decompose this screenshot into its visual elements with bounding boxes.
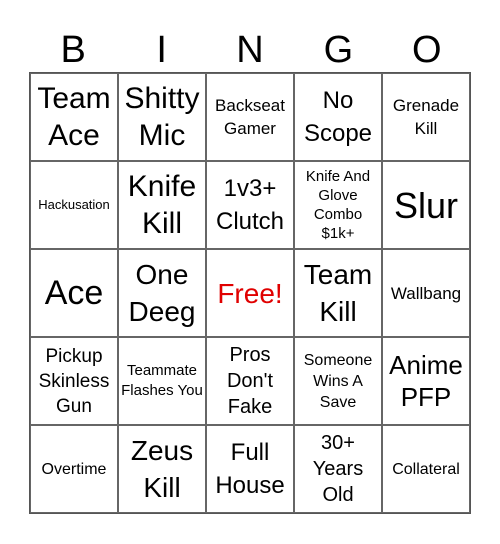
header-letter-n: N (236, 29, 264, 71)
cell-text: Team Ace (37, 82, 111, 152)
bingo-cell[interactable]: Pros Don't Fake (206, 337, 294, 425)
free-space-cell[interactable]: Free! (206, 249, 294, 337)
cell-text: Full House (215, 439, 285, 499)
cell-text: 30+ Years Old (312, 432, 364, 506)
bingo-cell[interactable]: Full House (206, 425, 294, 513)
header-letter-i: I (156, 29, 167, 71)
free-space-text: Free! (217, 277, 283, 309)
cell-text: Zeus Kill (130, 435, 194, 503)
bingo-cell[interactable]: Ace (30, 249, 118, 337)
cell-text: Pickup Skinless Gun (38, 345, 110, 417)
cell-text: One Deeg (128, 259, 196, 327)
cell-text: Pros Don't Fake (226, 344, 274, 418)
bingo-cell[interactable]: Teammate Flashes You (118, 337, 206, 425)
bingo-cell[interactable]: Hackusation (30, 161, 118, 249)
bingo-cell[interactable]: One Deeg (118, 249, 206, 337)
cell-text: Ace (44, 273, 104, 312)
bingo-cell[interactable]: Shitty Mic (118, 73, 206, 161)
bingo-cell[interactable]: Zeus Kill (118, 425, 206, 513)
cell-text: Teammate Flashes You (121, 362, 203, 399)
header-letter-o: O (412, 29, 442, 71)
bingo-cell[interactable]: Collateral (382, 425, 470, 513)
cell-text: Collateral (392, 460, 460, 478)
cell-text: Hackusation (38, 197, 110, 212)
bingo-cell[interactable]: Knife Kill (118, 161, 206, 249)
bingo-header: B I N G O (29, 28, 471, 72)
bingo-cell[interactable]: Team Ace (30, 73, 118, 161)
cell-text: Anime PFP (389, 350, 463, 412)
bingo-cell[interactable]: Team Kill (294, 249, 382, 337)
bingo-cell[interactable]: Wallbang (382, 249, 470, 337)
cell-text: Shitty Mic (124, 82, 200, 152)
bingo-cell[interactable]: Knife And Glove Combo $1k+ (294, 161, 382, 249)
bingo-cell[interactable]: Someone Wins A Save (294, 337, 382, 425)
cell-text: Knife Kill (127, 170, 197, 240)
bingo-cell[interactable]: Slur (382, 161, 470, 249)
cell-text: Knife And Glove Combo $1k+ (305, 168, 371, 242)
bingo-cell[interactable]: 1v3+ Clutch (206, 161, 294, 249)
cell-text: Overtime (41, 460, 107, 478)
bingo-cell[interactable]: Grenade Kill (382, 73, 470, 161)
bingo-cell[interactable]: 30+ Years Old (294, 425, 382, 513)
cell-text: Backseat Gamer (215, 96, 285, 138)
cell-text: Wallbang (390, 283, 462, 303)
bingo-cell[interactable]: Anime PFP (382, 337, 470, 425)
cell-text: Team Kill (303, 259, 373, 327)
header-letter-b: B (60, 29, 86, 71)
bingo-cell[interactable]: Overtime (30, 425, 118, 513)
bingo-cell[interactable]: Pickup Skinless Gun (30, 337, 118, 425)
cell-text: Slur (393, 184, 459, 226)
cell-text: Someone Wins A Save (303, 351, 373, 411)
bingo-cell[interactable]: Backseat Gamer (206, 73, 294, 161)
bingo-cell[interactable]: No Scope (294, 73, 382, 161)
cell-text: 1v3+ Clutch (215, 175, 285, 235)
cell-text: No Scope (303, 87, 373, 147)
cell-text: Grenade Kill (392, 96, 460, 138)
header-letter-g: G (323, 29, 354, 71)
bingo-grid: Team Ace Shitty Mic Backseat Gamer No Sc… (29, 72, 471, 514)
